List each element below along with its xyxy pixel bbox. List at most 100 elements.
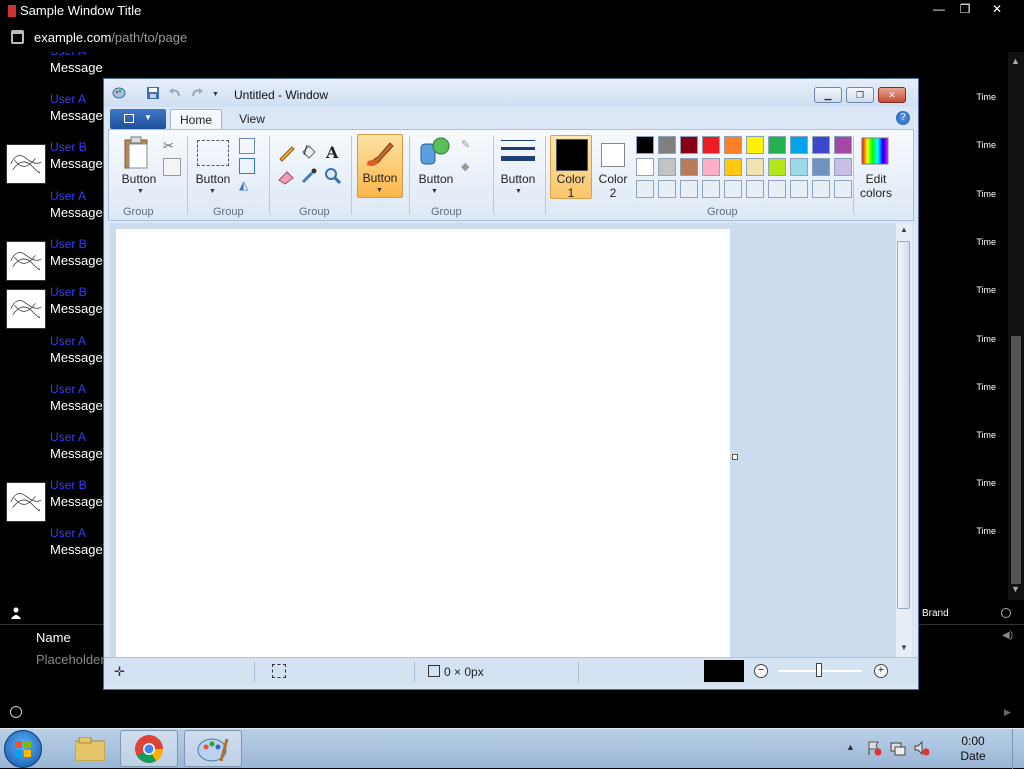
user-icon[interactable] bbox=[11, 607, 21, 619]
chat-username[interactable]: User A bbox=[50, 526, 86, 540]
avatar[interactable] bbox=[6, 144, 46, 184]
scroll-up-icon[interactable]: ▲ bbox=[900, 225, 908, 234]
cut-icon[interactable]: ✂ bbox=[163, 138, 179, 154]
scroll-up-icon[interactable]: ▲ bbox=[1011, 56, 1020, 66]
color-swatch[interactable] bbox=[658, 180, 676, 198]
color-picker-icon[interactable] bbox=[299, 166, 319, 186]
color-swatch[interactable] bbox=[768, 158, 786, 176]
drawing-canvas[interactable] bbox=[116, 229, 730, 657]
chat-username[interactable]: User A bbox=[50, 92, 86, 106]
restore-button[interactable]: ❐ bbox=[950, 0, 980, 18]
url-text[interactable]: example.com/path/to/page bbox=[34, 30, 187, 45]
color-swatch[interactable] bbox=[746, 158, 764, 176]
select-chevron-icon[interactable]: ▼ bbox=[209, 188, 216, 195]
select-icon[interactable] bbox=[197, 140, 229, 166]
avatar[interactable] bbox=[6, 241, 46, 281]
chat-scrollbar[interactable]: ▲ ▼ bbox=[1008, 52, 1024, 600]
color-swatch[interactable] bbox=[724, 180, 742, 198]
chat-username[interactable]: User A bbox=[50, 430, 86, 444]
volume-muted-icon[interactable] bbox=[914, 740, 930, 756]
smiley-icon[interactable] bbox=[10, 706, 22, 718]
save-icon[interactable] bbox=[146, 86, 160, 100]
chat-username[interactable]: User B bbox=[50, 285, 87, 299]
chat-username[interactable]: User A bbox=[50, 382, 86, 396]
taskbar-paint[interactable] bbox=[184, 730, 242, 767]
outline-icon[interactable]: ✎ bbox=[461, 138, 479, 152]
help-icon[interactable]: ? bbox=[896, 111, 910, 125]
text-icon[interactable]: A bbox=[323, 142, 343, 162]
tab-view[interactable]: View bbox=[228, 109, 276, 131]
color-swatch[interactable] bbox=[724, 136, 742, 154]
copy-icon[interactable] bbox=[163, 158, 181, 176]
pencil-icon[interactable] bbox=[277, 142, 297, 162]
color-swatch[interactable] bbox=[658, 158, 676, 176]
redo-icon[interactable] bbox=[190, 86, 204, 100]
tab-home[interactable]: Home bbox=[170, 109, 222, 131]
clock[interactable]: 0:00 Date bbox=[940, 734, 1006, 764]
edit-colors-button[interactable] bbox=[858, 136, 892, 170]
paste-chevron-icon[interactable]: ▼ bbox=[137, 188, 144, 195]
zoom-in-icon[interactable]: + bbox=[874, 664, 888, 678]
fill-bucket-icon[interactable] bbox=[299, 142, 319, 162]
customize-toolbar-icon[interactable]: ▼ bbox=[212, 91, 219, 98]
status-circle-icon[interactable] bbox=[1001, 608, 1011, 618]
color-swatch[interactable] bbox=[790, 136, 808, 154]
chat-username[interactable]: User B bbox=[50, 478, 87, 492]
chat-username[interactable]: User A bbox=[50, 334, 86, 348]
color-swatch[interactable] bbox=[724, 158, 742, 176]
chat-username[interactable]: User A bbox=[50, 189, 86, 203]
taskbar-chrome[interactable] bbox=[120, 730, 178, 767]
zoom-slider-thumb[interactable] bbox=[816, 663, 822, 677]
network-icon[interactable] bbox=[890, 740, 906, 756]
scroll-down-icon[interactable]: ▼ bbox=[900, 643, 908, 652]
address-bar[interactable]: example.com/path/to/page bbox=[0, 22, 1024, 52]
scroll-down-icon[interactable]: ▼ bbox=[1011, 584, 1020, 594]
rotate-icon[interactable]: ◭ bbox=[239, 178, 253, 192]
size-button[interactable]: Button bbox=[499, 172, 537, 186]
file-menu-button[interactable]: ▼ bbox=[110, 109, 166, 129]
eraser-icon[interactable] bbox=[277, 166, 297, 186]
color-swatch[interactable] bbox=[680, 180, 698, 198]
start-button[interactable] bbox=[4, 730, 42, 768]
close-button[interactable]: ✕ bbox=[982, 0, 1012, 18]
name-field[interactable]: Name bbox=[36, 630, 71, 645]
scroll-right-icon[interactable]: ▶ bbox=[1004, 707, 1011, 718]
paste-icon[interactable] bbox=[123, 136, 153, 170]
color-swatch[interactable] bbox=[636, 180, 654, 198]
crop-icon[interactable] bbox=[239, 138, 255, 154]
chat-username[interactable]: User B bbox=[50, 140, 87, 154]
magnifier-icon[interactable] bbox=[323, 166, 343, 186]
color-swatch[interactable] bbox=[834, 158, 852, 176]
lock-icon[interactable] bbox=[11, 30, 24, 44]
paint-maximize-button[interactable]: ❐ bbox=[846, 87, 874, 103]
color-swatch[interactable] bbox=[790, 180, 808, 198]
flag-icon[interactable] bbox=[866, 740, 882, 756]
undo-icon[interactable] bbox=[168, 86, 182, 100]
size-icon[interactable] bbox=[501, 138, 535, 166]
color-swatch[interactable] bbox=[746, 136, 764, 154]
avatar[interactable] bbox=[6, 482, 46, 522]
zoom-out-icon[interactable]: − bbox=[754, 664, 768, 678]
paint-app-icon[interactable] bbox=[112, 86, 126, 100]
color-swatch[interactable] bbox=[834, 136, 852, 154]
resize-handle[interactable] bbox=[732, 454, 738, 460]
color-swatch[interactable] bbox=[636, 158, 654, 176]
taskbar-explorer[interactable] bbox=[60, 730, 118, 767]
show-hidden-icons-icon[interactable]: ▲ bbox=[846, 742, 855, 752]
canvas-scroll-thumb[interactable] bbox=[897, 241, 910, 609]
paste-button[interactable]: Button bbox=[121, 172, 157, 186]
color-swatch[interactable] bbox=[768, 136, 786, 154]
chat-username[interactable]: User B bbox=[50, 237, 87, 251]
paint-close-button[interactable]: ✕ bbox=[878, 87, 906, 103]
color1-button[interactable]: Color 1 bbox=[550, 135, 592, 200]
select-button[interactable]: Button bbox=[193, 172, 233, 186]
chat-scroll-thumb[interactable] bbox=[1011, 336, 1021, 584]
color-swatch[interactable] bbox=[746, 180, 764, 198]
chat-username[interactable]: User A bbox=[50, 52, 86, 58]
color-swatch[interactable] bbox=[680, 136, 698, 154]
color-swatch[interactable] bbox=[812, 180, 830, 198]
color-swatch[interactable] bbox=[702, 180, 720, 198]
color-swatch[interactable] bbox=[834, 180, 852, 198]
resize-icon[interactable] bbox=[239, 158, 255, 174]
brushes-button[interactable]: Button ▼ bbox=[357, 134, 403, 198]
